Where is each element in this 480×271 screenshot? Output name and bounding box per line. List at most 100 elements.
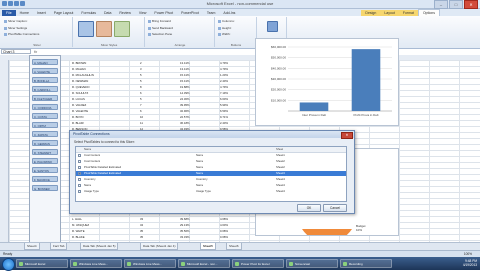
group-label-arrange: Arrange <box>174 43 186 47</box>
item-name: PivotTable Detailed Estimated <box>84 171 122 175</box>
sheet-tab[interactable]: Data Tab (Sheet1 Jan 5) <box>80 243 119 250</box>
table-cell-pct1[interactable]: 33.33% <box>180 234 190 240</box>
taskbar-item[interactable]: Microsoft Excel <box>16 259 68 268</box>
slicer-item[interactable]: A. VALENTE <box>32 68 58 74</box>
table-cell-name[interactable]: R. BLAKE <box>72 234 85 240</box>
maximize-button[interactable]: □ <box>449 0 463 9</box>
bar[interactable] <box>351 49 381 111</box>
slicer-item[interactable]: C. CORDOVA <box>32 104 58 110</box>
item-name: Inventory <box>84 177 96 181</box>
pivottable-list-item[interactable]: PivotTable Detailed Estimated Name Sheet2 <box>76 165 346 170</box>
pivottable-list-item[interactable]: Inventory Inventory Sheet4 <box>76 177 346 182</box>
bar[interactable] <box>299 102 329 111</box>
pie-slice <box>302 229 352 243</box>
send-backward-button[interactable]: Send Backward <box>148 26 173 30</box>
checkbox[interactable] <box>78 172 81 175</box>
pivottable-list[interactable]: Name Sheet Cost Centers Name Sheet1 Cost Ce… <box>75 146 347 202</box>
slicer-settings-button[interactable]: Slicer Settings <box>4 26 27 30</box>
clock-date: 4/19/2013 <box>462 263 477 267</box>
taskbar-item[interactable]: Recording <box>340 259 392 268</box>
start-button-icon[interactable] <box>2 258 15 271</box>
sheet-tabs: Sheet4 Fact Tab Data Tab (Sheet1 Jan 5) … <box>0 242 480 250</box>
slicer-panel[interactable]: A. MAHAN A. VALENTE B. BONILLA B. CARROL… <box>29 55 61 243</box>
table-cell-count[interactable]: 35 <box>140 234 143 240</box>
checkbox[interactable] <box>78 190 81 193</box>
pie-value: 10% <box>356 228 362 232</box>
item-sheet: Sheet4 <box>276 183 285 187</box>
sheet-tab[interactable]: Sheet6 <box>226 243 242 250</box>
slicer-item[interactable]: G. BONNER <box>32 185 58 191</box>
slicer-item[interactable]: F. MAURICE <box>32 176 58 182</box>
height-field[interactable]: Height: <box>218 26 232 30</box>
slicer-item[interactable]: D. GERMAN <box>32 140 58 146</box>
item-cube: Usage Type <box>196 189 211 193</box>
undo-icon[interactable] <box>14 1 19 6</box>
slicer-item[interactable]: E. SANTOS <box>32 167 58 173</box>
slicer-item[interactable]: D. STEWART <box>32 149 58 155</box>
checkbox[interactable] <box>78 160 81 163</box>
ok-button[interactable]: OK <box>297 204 321 212</box>
minimize-button[interactable]: – <box>434 0 448 9</box>
group-label-slicer-styles: Slicer Styles <box>100 43 118 47</box>
slicer-item[interactable]: B. FLETCHER <box>32 95 58 101</box>
slicer-item[interactable]: C. ORTIZ <box>32 122 58 128</box>
chart-plot: $60,000.00 $50,000.00 $40,000.00 $30,000.00… <box>271 45 392 117</box>
row-headers[interactable] <box>0 60 9 242</box>
sheet-tab[interactable]: Sheet4 <box>24 243 40 250</box>
item-cube: Name <box>196 171 204 175</box>
slicer-item[interactable]: B. BONILLA <box>32 77 58 83</box>
taskbar-item[interactable]: Windows Live Mess... <box>124 259 176 268</box>
name-box[interactable]: Chart 3 <box>1 49 31 54</box>
cancel-button[interactable]: Cancel <box>323 204 347 212</box>
slicer-style-swatch[interactable] <box>78 21 94 37</box>
tab-options[interactable]: Options <box>417 9 440 16</box>
sheet-tab[interactable]: Data Tab (Sheet1 Jan 4) <box>140 243 179 250</box>
slicer-item[interactable]: E. PALOMINO <box>32 158 58 164</box>
column-chart[interactable]: $60,000.00 $50,000.00 $40,000.00 $30,000.00… <box>255 38 399 126</box>
excel-icon[interactable] <box>2 1 7 6</box>
checkbox[interactable] <box>78 178 81 181</box>
sheet-tab-active[interactable]: Sheet5 <box>200 243 216 250</box>
taskbar-item[interactable]: Microsoft Excel - non... <box>178 259 230 268</box>
slicer-style-swatch[interactable] <box>114 21 130 37</box>
taskbar-item[interactable]: Power Pivot for Excel <box>232 259 284 268</box>
fx-icon[interactable]: fx <box>34 49 37 54</box>
pivottable-connections-dialog: PivotTable Connections ✕ Select PivotTab… <box>69 130 355 214</box>
checkbox[interactable] <box>78 184 81 187</box>
bring-forward-button[interactable]: Bring Forward <box>148 19 171 23</box>
item-name: PivotTable Detailed Estimated <box>84 165 122 169</box>
y-tick-label: $10,000.00 <box>271 98 286 102</box>
dialog-close-button[interactable]: ✕ <box>341 132 353 139</box>
sheet-tab[interactable]: Fact Tab <box>50 243 68 250</box>
item-cube: Name <box>196 153 204 157</box>
selection-pane-button[interactable]: Selection Pane <box>148 32 172 36</box>
taskbar-item[interactable]: Screencast <box>286 259 338 268</box>
slicer-item[interactable]: C. ZAPATA <box>32 131 58 137</box>
quick-access-toolbar <box>2 1 25 7</box>
width-field[interactable]: Width: <box>218 32 231 36</box>
slicer-item[interactable]: C. COSTA <box>32 113 58 119</box>
checkbox[interactable] <box>78 166 81 169</box>
taskbar-item[interactable]: Windows Live Mess... <box>70 259 122 268</box>
item-cube: Inventory <box>196 177 208 181</box>
size-icon[interactable] <box>267 21 278 32</box>
pivottable-list-item[interactable]: Cost Centers Name Sheet2 <box>76 159 346 164</box>
y-tick-label: $30,000.00 <box>271 77 286 81</box>
pivottable-list-item[interactable]: PivotTable Detailed Estimated Name Sheet3 <box>76 171 346 176</box>
close-button[interactable]: ✕ <box>464 0 478 9</box>
pivottable-list-item[interactable]: Usage Type Usage Type Sheet4 <box>76 189 346 194</box>
pivottable-connections-button[interactable]: PivotTable Connections <box>4 32 39 36</box>
table-cell-pct2[interactable]: 0.68% <box>220 234 228 240</box>
slicer-item[interactable]: B. CARROLL <box>32 86 58 92</box>
slicer-item[interactable]: A. MAHAN <box>32 59 58 65</box>
pivottable-list-item[interactable]: Name Name Sheet4 <box>76 183 346 188</box>
checkbox[interactable] <box>78 154 81 157</box>
dialog-title: PivotTable Connections <box>70 131 354 138</box>
save-icon[interactable] <box>8 1 13 6</box>
pivottable-list-item[interactable]: Cost Centers Name Sheet1 <box>76 153 346 158</box>
item-cube: Name <box>196 183 204 187</box>
columns-field[interactable]: Columns: <box>218 19 235 23</box>
clock[interactable]: 9:48 PM 4/19/2013 <box>463 259 477 267</box>
slicer-style-swatch[interactable] <box>96 21 112 37</box>
redo-icon[interactable] <box>20 1 25 6</box>
